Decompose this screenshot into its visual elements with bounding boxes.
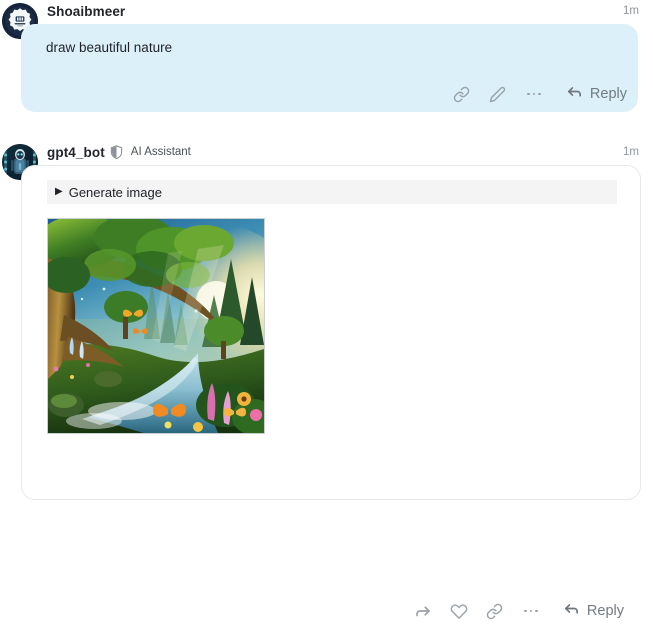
copy-link-button[interactable] — [444, 80, 480, 108]
reply-label: Reply — [589, 86, 627, 102]
action-bar-user: Reply — [444, 80, 627, 108]
generate-image-label: Generate image — [68, 184, 162, 200]
username[interactable]: Shoaibmeer — [47, 4, 125, 19]
role-badge: AI Assistant — [130, 146, 191, 158]
ellipsis-icon — [527, 92, 541, 96]
post-header-bot: gpt4_bot AI Assistant 1m — [47, 141, 639, 163]
pencil-icon — [489, 86, 506, 103]
edit-button[interactable] — [480, 80, 516, 108]
like-button[interactable] — [441, 597, 477, 625]
heart-icon — [450, 602, 468, 620]
more-options-button[interactable] — [513, 597, 549, 625]
reply-label: Reply — [586, 603, 624, 619]
forward-button[interactable] — [405, 597, 441, 625]
link-icon — [453, 86, 470, 103]
action-bar-bot: Reply — [405, 597, 624, 625]
reply-button[interactable]: Reply — [563, 600, 624, 622]
shield-icon — [110, 145, 123, 159]
ellipsis-icon — [524, 609, 538, 613]
generate-image-disclosure[interactable]: ▶ Generate image — [47, 180, 617, 204]
generated-image-thumbnail[interactable] — [47, 218, 265, 434]
message-text: draw beautiful nature — [46, 40, 173, 55]
timestamp: 1m — [623, 5, 639, 17]
more-options-button[interactable] — [516, 80, 552, 108]
message-thread: Shoaibmeer 1m draw beautiful nature Repl… — [0, 0, 653, 619]
reply-arrow-icon — [566, 83, 583, 105]
chevron-right-icon: ▶ — [55, 186, 63, 197]
copy-link-button[interactable] — [477, 597, 513, 625]
forward-arrow-icon — [414, 602, 432, 620]
username[interactable]: gpt4_bot — [47, 145, 105, 160]
message-bubble-bot: ▶ Generate image — [21, 165, 641, 500]
reply-button[interactable]: Reply — [566, 83, 627, 105]
timestamp: 1m — [623, 146, 639, 158]
link-icon — [486, 603, 503, 620]
reply-arrow-icon — [563, 600, 580, 622]
post-header-user: Shoaibmeer 1m — [47, 0, 639, 22]
